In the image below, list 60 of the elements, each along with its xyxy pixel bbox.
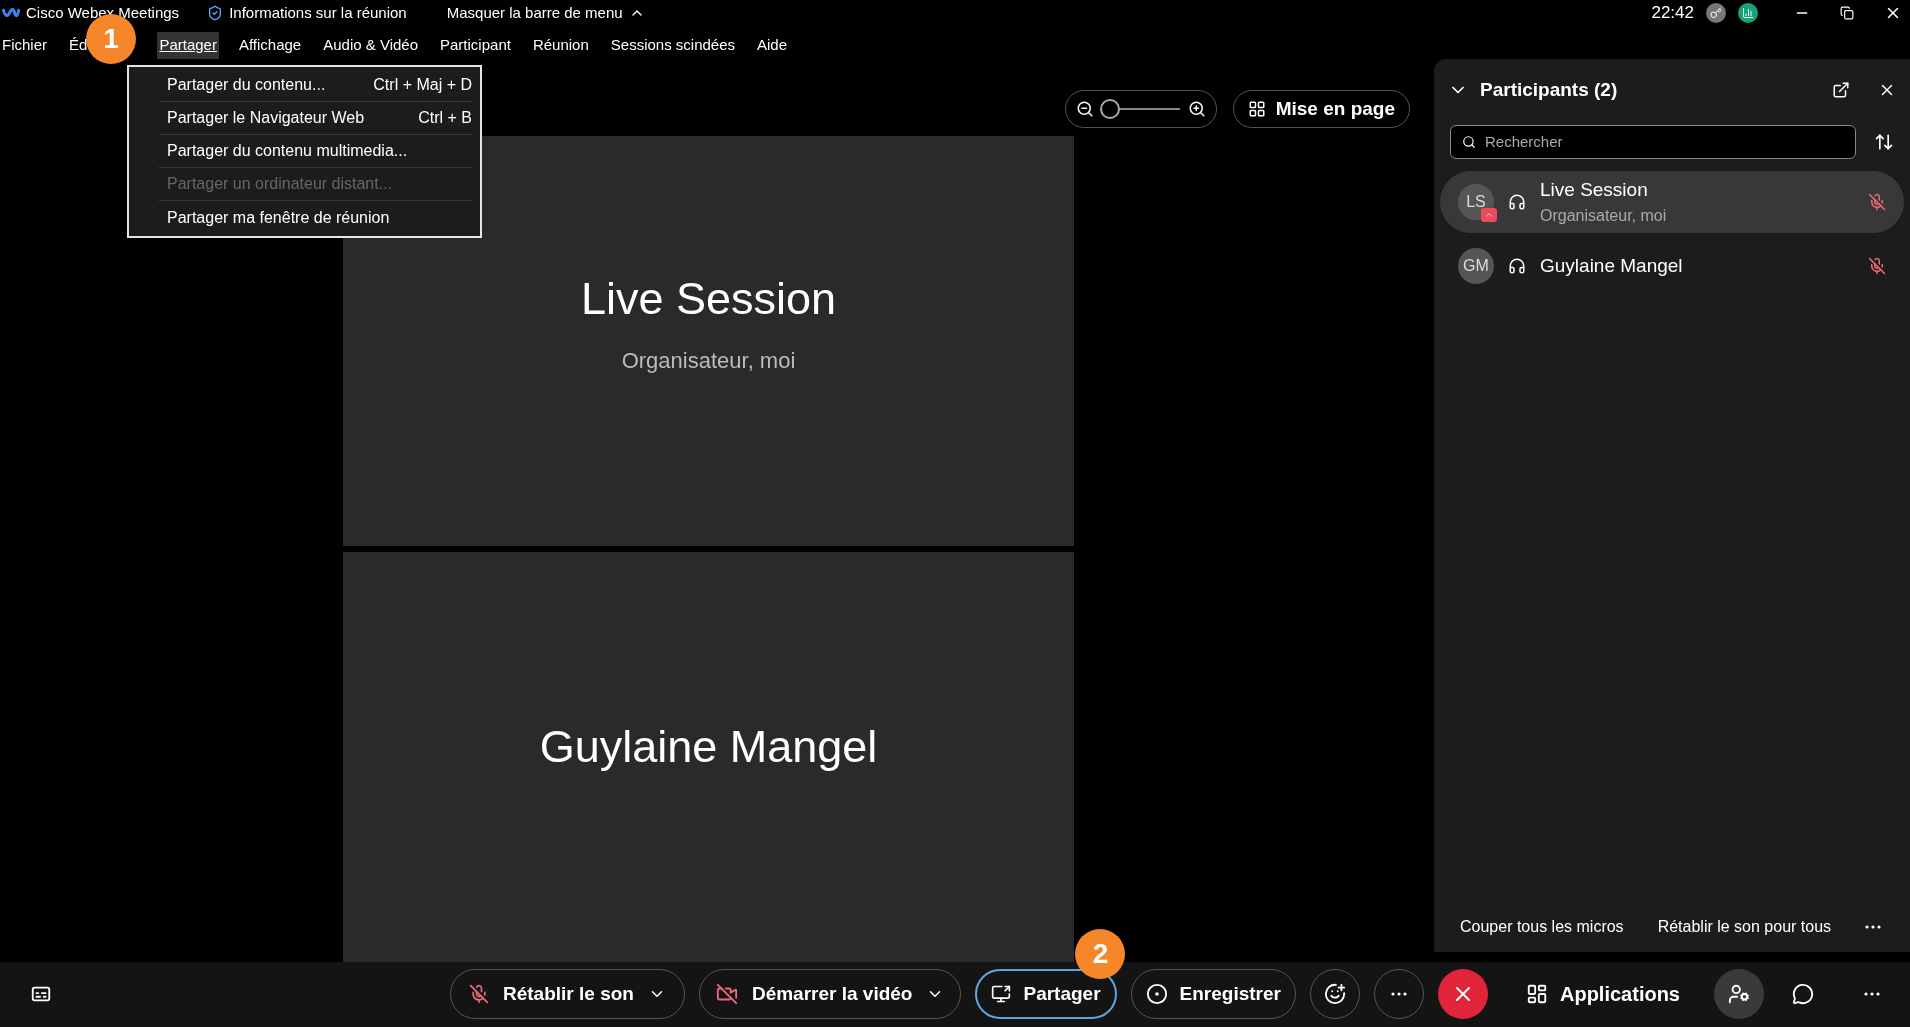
zoom-slider-thumb[interactable] bbox=[1099, 98, 1120, 119]
more-icon[interactable] bbox=[1864, 992, 1880, 997]
avatar: GM bbox=[1458, 247, 1494, 284]
signal-icon bbox=[1738, 2, 1758, 23]
menu-item[interactable]: Fichier bbox=[0, 32, 49, 59]
participant-name: Guylaine Mangel bbox=[1540, 253, 1684, 278]
avatar: LS bbox=[1458, 183, 1494, 220]
zoom-out-icon[interactable] bbox=[1075, 99, 1094, 118]
headset-icon bbox=[1508, 256, 1526, 275]
participant-name: Live Session bbox=[1540, 177, 1649, 202]
menu-option[interactable]: Partager ma fenêtre de réunion bbox=[159, 201, 472, 234]
mic-off-icon[interactable] bbox=[1868, 256, 1886, 275]
smiley-plus-icon bbox=[1323, 983, 1346, 1006]
shield-icon bbox=[207, 4, 224, 21]
panel-footer-button[interactable]: Rétablir le son pour tous bbox=[1657, 914, 1832, 939]
menu-item[interactable]: Partager bbox=[157, 32, 219, 59]
menu-item[interactable]: Aide bbox=[755, 32, 790, 59]
share-screen-icon bbox=[991, 984, 1012, 1005]
unmute-button[interactable]: Rétablir le son bbox=[450, 969, 685, 1020]
hide-menu-button[interactable]: Masquer la barre de menu bbox=[446, 1, 645, 24]
search-field[interactable]: Rechercher bbox=[1450, 124, 1856, 159]
panel-title: Participants (2) bbox=[1480, 77, 1619, 102]
applications-button[interactable]: Applications bbox=[1526, 979, 1680, 1010]
video-off-icon bbox=[715, 983, 738, 1006]
participant-row[interactable]: GM Guylaine Mangel bbox=[1440, 234, 1904, 297]
step-badge: 2 bbox=[1075, 929, 1126, 980]
menu-item[interactable]: Sessions scindées bbox=[608, 32, 737, 59]
participants-button[interactable] bbox=[1714, 969, 1764, 1020]
apps-icon bbox=[1526, 983, 1548, 1006]
more-icon[interactable] bbox=[1865, 924, 1882, 929]
logo-icon bbox=[2, 5, 20, 20]
zoom-in-icon[interactable] bbox=[1187, 99, 1206, 118]
participant-row[interactable]: LS Live Session Organisateur, moi bbox=[1440, 170, 1904, 233]
headset-icon bbox=[1508, 192, 1526, 211]
person-list-icon bbox=[1728, 983, 1750, 1006]
menu-item[interactable]: Participant bbox=[438, 32, 513, 59]
tile-name: Guylaine Mangel bbox=[539, 720, 878, 775]
mic-off-icon bbox=[469, 984, 489, 1005]
chat-icon[interactable] bbox=[1792, 983, 1814, 1006]
menu-item[interactable]: Affichage bbox=[236, 32, 304, 59]
menu-item[interactable]: Réunion bbox=[530, 32, 591, 59]
menu-option[interactable]: Partager du contenu multimedia... bbox=[159, 135, 472, 168]
meeting-info-link[interactable]: Informations sur la réunion bbox=[229, 1, 407, 24]
clock: 22:42 bbox=[1651, 2, 1694, 24]
menu-item[interactable]: Éd bbox=[67, 32, 90, 59]
record-icon bbox=[1145, 983, 1168, 1006]
mic-off-icon[interactable] bbox=[1868, 192, 1886, 211]
search-icon bbox=[1462, 134, 1476, 149]
participant-role: Organisateur, moi bbox=[1540, 206, 1668, 227]
tile-role: Organisateur, moi bbox=[621, 347, 796, 376]
popout-icon[interactable] bbox=[1832, 80, 1850, 99]
menu-item[interactable]: Audio & Vidéo bbox=[321, 32, 420, 59]
panel-footer-button[interactable]: Couper tous les micros bbox=[1460, 914, 1624, 939]
more-icon[interactable] bbox=[1390, 992, 1407, 997]
key-icon bbox=[1706, 2, 1726, 23]
tile-name: Live Session bbox=[580, 271, 837, 326]
menu-option[interactable]: Partager du contenu... Ctrl + Maj + D bbox=[159, 69, 472, 102]
menu-option[interactable]: Partager le Navigateur Web Ctrl + B bbox=[159, 102, 472, 135]
grid-icon bbox=[1247, 99, 1266, 118]
restore-icon[interactable] bbox=[1840, 5, 1854, 20]
